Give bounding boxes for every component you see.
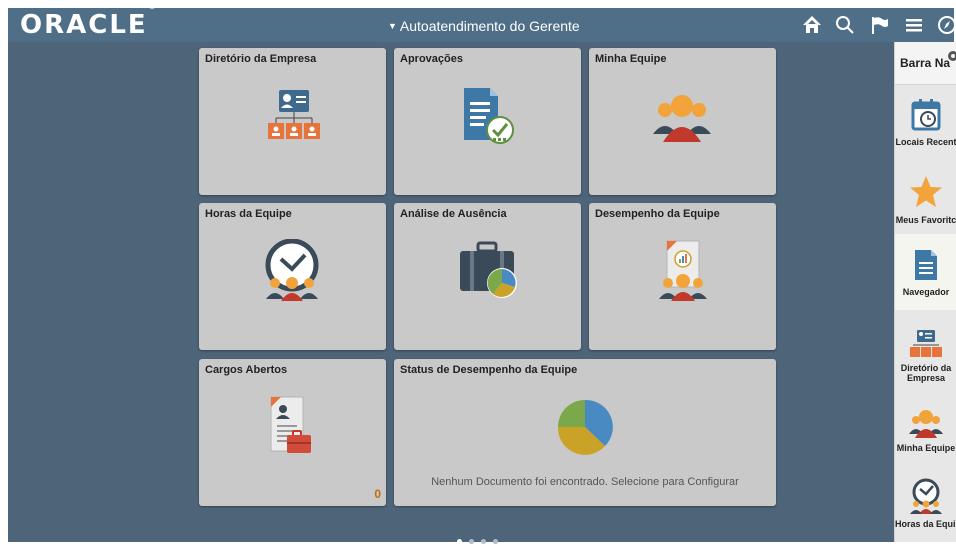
clock-team-icon [265, 239, 319, 301]
search-icon[interactable] [834, 14, 856, 36]
tile-team-time[interactable]: Horas da Equipe [199, 203, 386, 350]
briefcase-chart-icon [460, 241, 517, 298]
org-chart-icon [910, 330, 942, 357]
pie-chart-icon [557, 399, 613, 455]
navbar-item-team-time[interactable]: Horas da Equip [895, 478, 956, 540]
tile-title: Status de Desempenho da Equipe [400, 364, 578, 376]
tile-title: Minha Equipe [595, 53, 667, 65]
navbar-header: Barra Na [895, 42, 956, 85]
star-icon [910, 176, 942, 207]
tile-my-team[interactable]: Minha Equipe [589, 48, 776, 195]
navbar-item-label: Minha Equipe [896, 443, 956, 453]
job-posting-icon [270, 396, 311, 453]
tile-team-performance[interactable]: Desempenho da Equipe [589, 203, 776, 350]
tile-title: Cargos Abertos [205, 364, 288, 376]
tile-absence-analysis[interactable]: Análise de Ausência [394, 203, 581, 350]
caret-down-icon: ▼ [388, 21, 397, 31]
team-icon [909, 410, 943, 438]
window-border [0, 0, 8, 542]
open-positions-count: 0 [374, 487, 381, 501]
clock-team-icon [910, 478, 942, 514]
homepage-title: Autoatendimento do Gerente [399, 18, 580, 34]
tile-open-positions[interactable]: Cargos Abertos 0 [199, 359, 386, 506]
navbar-item-label: Locais Recent [895, 137, 956, 147]
document-icon [915, 250, 937, 280]
navbar-item-company-directory[interactable]: Diretório da Empresa [895, 330, 956, 396]
navbar-panel: Barra Na Locais Recent Meus Favoritc Nav… [894, 42, 956, 542]
approval-document-icon [464, 88, 514, 144]
window-border [0, 0, 956, 8]
page-indicator [457, 531, 505, 549]
navbar-item-label: Navegador [902, 287, 950, 297]
navbar-title: Barra Na [900, 56, 951, 70]
navbar-item-label: Meus Favoritc [895, 215, 956, 225]
navbar-item-label: Diretório da Empresa [900, 363, 952, 383]
tile-title: Desempenho da Equipe [595, 208, 720, 220]
navbar-item-recent-places[interactable]: Locais Recent [895, 94, 956, 158]
tile-title: Aprovações [400, 53, 463, 65]
tile-title: Análise de Ausência [400, 208, 507, 220]
oracle-logo: ORACLE® [20, 3, 158, 40]
flag-icon[interactable] [869, 14, 891, 36]
calendar-clock-icon [911, 99, 941, 131]
navbar-item-label: Horas da Equip [895, 519, 956, 529]
navbar-item-navigator[interactable]: Navegador [895, 234, 956, 310]
app-window: ORACLE® ▼ Autoatendimento do Gerente Dire… [0, 0, 956, 544]
team-icon [653, 95, 711, 142]
org-chart-icon [268, 90, 320, 139]
tile-approvals[interactable]: Aprovações [394, 48, 581, 195]
performance-document-icon [659, 240, 707, 301]
compass-icon[interactable] [936, 14, 956, 36]
tile-grid: Diretório da Empresa Aprovações Minha Eq… [8, 42, 894, 542]
tile-title: Horas da Equipe [205, 208, 292, 220]
home-icon[interactable] [801, 14, 823, 36]
tile-company-directory[interactable]: Diretório da Empresa [199, 48, 386, 195]
header-bar: ORACLE® ▼ Autoatendimento do Gerente [8, 3, 956, 43]
empty-state-message: Nenhum Documento foi encontrado. Selecio… [431, 476, 739, 488]
settings-gear-icon[interactable] [947, 50, 956, 62]
tile-title: Diretório da Empresa [205, 53, 317, 65]
navbar-item-my-team[interactable]: Minha Equipe [895, 406, 956, 462]
navbar-item-favorites[interactable]: Meus Favoritc [895, 168, 956, 228]
homepage-selector[interactable]: ▼ Autoatendimento do Gerente [388, 18, 580, 34]
menu-icon[interactable] [903, 14, 925, 36]
tile-team-performance-status[interactable]: Status de Desempenho da Equipe Nenhum Do… [394, 359, 776, 506]
